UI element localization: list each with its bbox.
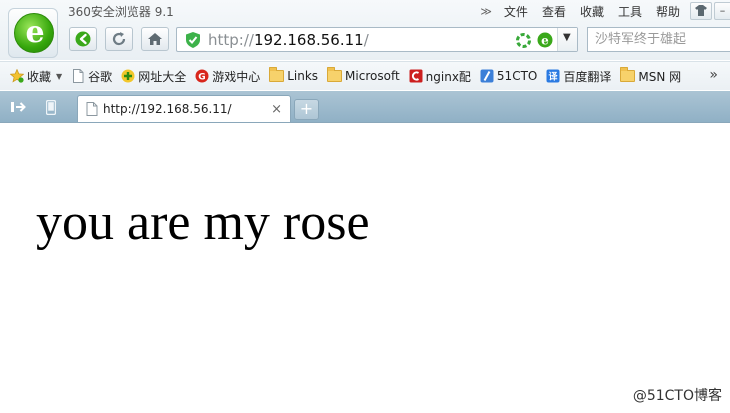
- bookmark-folder-links[interactable]: Links: [269, 67, 319, 83]
- bookmark-nginx[interactable]: nginx配: [409, 68, 471, 85]
- home-icon: [148, 33, 162, 45]
- refresh-icon: [112, 32, 126, 46]
- bookmark-label: 谷歌: [88, 69, 113, 84]
- speed-mode-icon[interactable]: [516, 33, 531, 48]
- bookmark-label: Microsoft: [345, 69, 400, 83]
- favorites-menu[interactable]: 收藏 ▼: [10, 68, 62, 85]
- tab-current[interactable]: http://192.168.56.11/ ×: [77, 95, 291, 123]
- 51cto-icon: [480, 69, 494, 83]
- bookmark-google[interactable]: 谷歌: [71, 68, 112, 85]
- minimize-icon: –: [719, 4, 726, 17]
- star-icon: [10, 69, 24, 83]
- new-tab-button[interactable]: +: [294, 99, 319, 120]
- game-icon: G: [195, 69, 209, 83]
- url-host: 192.168.56.11: [253, 31, 364, 49]
- nginx-icon: [409, 69, 423, 83]
- svg-text:译: 译: [549, 71, 559, 83]
- refresh-button[interactable]: [105, 27, 133, 51]
- home-button[interactable]: [141, 27, 169, 51]
- menu-bar: ≫ 文件 查看 收藏 工具 帮助 –: [480, 2, 730, 20]
- chevron-down-icon: ▼: [563, 32, 571, 43]
- compat-mode-icon[interactable]: e: [537, 32, 553, 48]
- bookmarks-bar: 收藏 ▼ 谷歌 网址大全 G 游戏中心 Links Microsoft ngin…: [0, 61, 730, 90]
- address-bar[interactable]: http://192.168.56.11/ e ▼: [176, 27, 578, 52]
- minimize-button[interactable]: –: [714, 2, 730, 20]
- bookmarks-more-icon[interactable]: »: [709, 67, 718, 83]
- translate-icon: 译: [546, 69, 560, 83]
- web-page-content: you are my rose @51CTO博客: [0, 123, 730, 413]
- folder-icon: [327, 67, 343, 82]
- tab-strip: http://192.168.56.11/ × +: [0, 91, 730, 123]
- watermark: @51CTO博客: [632, 388, 722, 404]
- favorites-label: 收藏: [27, 69, 52, 84]
- browser-logo[interactable]: e: [8, 8, 58, 58]
- svg-text:G: G: [199, 73, 206, 83]
- url-scheme: http://: [208, 31, 254, 49]
- page-icon: [73, 69, 84, 83]
- menu-view[interactable]: 查看: [542, 3, 566, 20]
- close-icon[interactable]: ×: [271, 102, 282, 117]
- bookmark-game-center[interactable]: G 游戏中心: [195, 68, 260, 85]
- folder-icon: [620, 67, 636, 82]
- app-title: 360安全浏览器 9.1: [68, 5, 174, 19]
- search-box[interactable]: [587, 27, 730, 52]
- sidebar-toggle-icon[interactable]: [11, 100, 27, 114]
- bookmark-label: 百度翻译: [563, 69, 612, 84]
- url-text[interactable]: http://192.168.56.11/: [208, 31, 369, 49]
- bookmark-label: 网址大全: [138, 69, 187, 84]
- menu-help[interactable]: 帮助: [656, 3, 680, 20]
- menu-favorites[interactable]: 收藏: [580, 3, 604, 20]
- search-input[interactable]: [588, 28, 730, 51]
- url-path: /: [363, 31, 369, 49]
- menu-tools[interactable]: 工具: [618, 3, 642, 20]
- bookmark-label: Links: [287, 69, 319, 83]
- folder-icon: [269, 67, 285, 82]
- menu-file[interactable]: 文件: [504, 3, 528, 20]
- menu-expand-icon[interactable]: ≫: [480, 5, 492, 18]
- chevron-down-icon: ▼: [56, 71, 63, 81]
- svg-text:e: e: [541, 33, 549, 47]
- bookmark-folder-microsoft[interactable]: Microsoft: [327, 67, 400, 83]
- bookmark-label: 51CTO: [496, 69, 538, 83]
- address-dropdown-button[interactable]: ▼: [557, 28, 577, 51]
- tab-title: http://192.168.56.11/: [103, 102, 232, 116]
- page-icon: [86, 102, 98, 116]
- bookmark-label: 游戏中心: [212, 69, 261, 84]
- shield-icon[interactable]: [186, 32, 200, 48]
- bookmark-baidu-translate[interactable]: 译 百度翻译: [546, 68, 611, 85]
- browser-toolbar-area: e 360安全浏览器 9.1 ≫ 文件 查看 收藏 工具 帮助 – http:/…: [0, 0, 730, 60]
- 360-site-icon: [121, 69, 135, 83]
- skin-button[interactable]: [690, 2, 712, 20]
- browser-logo-icon: e: [14, 13, 54, 53]
- arrow-left-icon: [75, 31, 91, 47]
- mobile-icon[interactable]: [46, 100, 56, 115]
- bookmark-folder-msn[interactable]: MSN 网: [620, 67, 682, 85]
- bookmark-label: MSN 网: [638, 69, 682, 84]
- page-headline: you are my rose: [36, 194, 370, 251]
- bookmark-51cto[interactable]: 51CTO: [480, 69, 537, 83]
- bookmark-label: nginx配: [425, 69, 471, 84]
- bookmark-hao360[interactable]: 网址大全: [121, 68, 186, 85]
- back-button[interactable]: [69, 27, 97, 51]
- shirt-icon: [695, 5, 707, 16]
